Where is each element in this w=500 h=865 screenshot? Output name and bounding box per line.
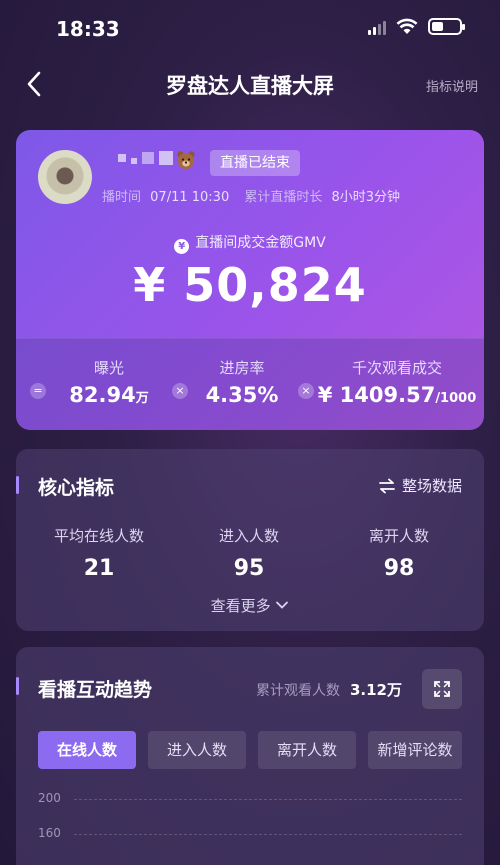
live-summary-card: 直播已结束 播时间 07/11 10:30 累计直播时长 8小时3分钟 ¥ 直播间… [16,130,484,430]
chevron-down-icon [276,601,289,609]
expand-icon [434,681,450,697]
stat-value: ¥ 1409.57/1000 [317,383,477,407]
multiply-icon: × [298,383,314,399]
gmv-value: ¥ 50,824 [133,258,367,312]
full-data-label: 整场数据 [401,477,462,495]
tab-online[interactable]: 在线人数 [38,731,136,769]
live-ended-badge: 直播已结束 [210,150,300,176]
nav-bar: 罗盘达人直播大屏 指标说明 [0,62,500,106]
wifi-icon [396,18,418,34]
full-data-button[interactable]: 整场数据 [378,475,462,496]
stat-entry-rate: 进房率 4.35% [192,339,292,430]
battery-icon [428,18,465,35]
stat-value: 82.94万 [69,383,149,407]
metric-label: 平均在线人数 [53,527,144,545]
core-metrics-card: 核心指标 整场数据 平均在线人数 21 进入人数 95 离开人数 98 查看更多 [16,449,484,631]
metric-value: 98 [383,556,415,581]
grid-line [74,834,462,835]
gmv-label-text: 直播间成交金额GMV [195,235,326,251]
total-viewers-value: 3.12万 [349,681,402,699]
metric-label: 离开人数 [368,527,429,545]
status-time: 18:33 [56,17,120,41]
section-accent [16,476,19,494]
see-more-label: 查看更多 [210,597,271,615]
stat-label: 千次观看成交 [351,359,442,377]
start-time: 07/11 10:30 [150,190,230,205]
total-viewers-label: 累计观看人数 [255,683,340,699]
equals-icon: = [30,383,46,399]
avatar [38,150,92,204]
metric-label: 进入人数 [218,527,279,545]
gmv-label: ¥ 直播间成交金额GMV [16,232,484,254]
see-more-button[interactable]: 查看更多 [16,595,484,616]
metric-value: 21 [83,556,115,581]
signal-icon [368,19,386,35]
duration: 8小时3分钟 [331,190,401,205]
status-icons [368,18,465,35]
metric-exits: 离开人数 98 [324,525,474,581]
core-metrics-title: 核心指标 [38,477,115,499]
metric-help-link[interactable]: 指标说明 [426,76,478,95]
stat-gpm: 千次观看成交 ¥ 1409.57/1000 [316,339,478,430]
start-time-label: 播时间 [102,190,142,205]
section-accent [16,677,19,695]
fullscreen-button[interactable] [422,669,462,709]
conversion-stats: = 曝光 82.94万 × 进房率 4.35% × 千次观看成交 ¥ 1409.… [16,338,484,430]
bear-icon [177,151,195,169]
multiply-icon: × [172,383,188,399]
tab-new-comments[interactable]: 新增评论数 [368,731,462,769]
duration-label: 累计直播时长 [244,190,323,205]
host-name-blurred [118,151,173,165]
trend-title: 看播互动趋势 [38,679,153,701]
metric-avg-online: 平均在线人数 21 [24,525,174,581]
coin-icon: ¥ [174,239,190,254]
live-meta: 播时间 07/11 10:30 累计直播时长 8小时3分钟 [102,186,405,205]
viewing-trend-card: 看播互动趋势 累计观看人数 3.12万 在线人数 进入人数 离开人数 新增评论数 … [16,647,484,865]
stat-value: 4.35% [205,383,279,407]
tab-exits[interactable]: 离开人数 [258,731,356,769]
status-bar: 18:33 [0,0,500,58]
grid-line [74,799,462,800]
tab-entries[interactable]: 进入人数 [148,731,246,769]
stat-exposure: 曝光 82.94万 [50,339,168,430]
stat-label: 进房率 [219,359,265,377]
metric-entries: 进入人数 95 [174,525,324,581]
y-tick-label: 200 [38,791,61,805]
swap-icon [379,478,395,493]
metric-value: 95 [233,556,265,581]
stat-label: 曝光 [93,359,124,377]
y-tick-label: 160 [38,826,61,840]
total-viewers: 累计观看人数 3.12万 [256,679,402,700]
